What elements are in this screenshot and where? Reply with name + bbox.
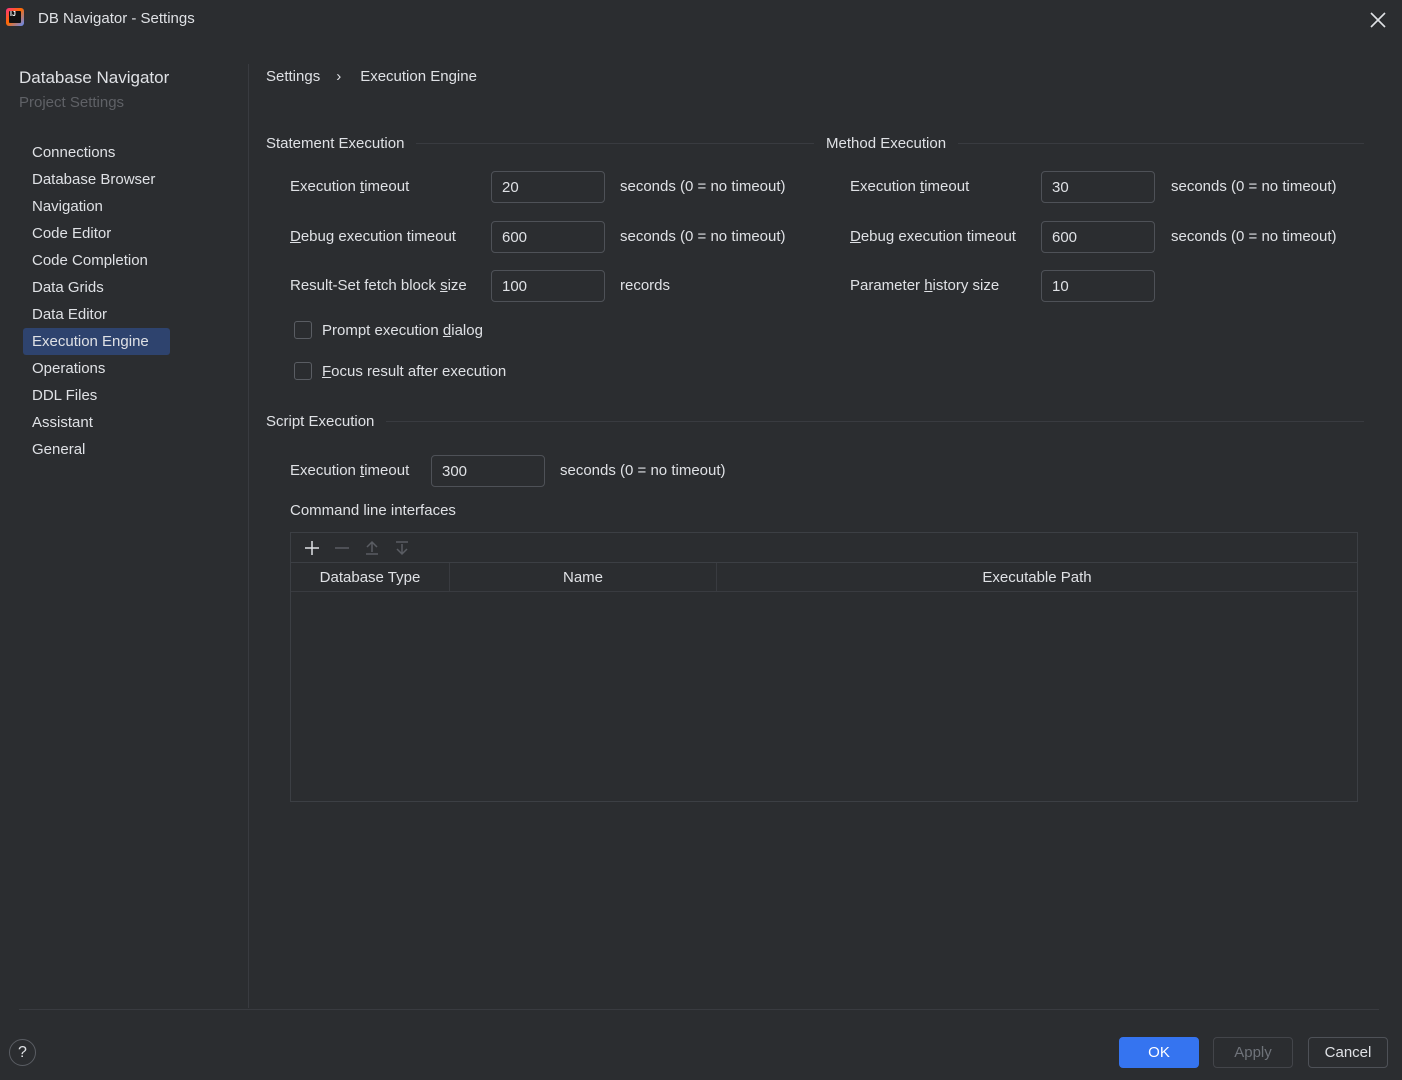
prompt-execution-dialog-option[interactable]: Prompt execution dialog	[294, 321, 483, 339]
settings-content: Settings › Execution Engine Statement Ex…	[249, 38, 1402, 1008]
script-execution-header: Script Execution	[266, 413, 1364, 430]
sidebar-item-execution-engine[interactable]: Execution Engine	[23, 328, 170, 355]
sidebar-item-code-editor[interactable]: Code Editor	[23, 220, 170, 247]
method-execution-divider	[958, 143, 1364, 144]
statement-execution-header: Statement Execution	[266, 135, 814, 152]
column-executable-path[interactable]: Executable Path	[717, 563, 1357, 591]
sidebar-item-ddl-files[interactable]: DDL Files	[23, 382, 170, 409]
statement-debug-timeout-input[interactable]	[491, 221, 605, 253]
statement-execution-timeout-unit: seconds (0 = no timeout)	[620, 178, 786, 195]
script-execution-timeout-unit: seconds (0 = no timeout)	[560, 462, 726, 479]
method-execution-timeout-input[interactable]	[1041, 171, 1155, 203]
parameter-history-size-label: Parameter history size	[850, 277, 1000, 294]
breadcrumb-separator-icon: ›	[336, 68, 342, 85]
statement-execution-timeout-label: Execution timeout	[290, 178, 410, 195]
statement-debug-timeout-label: Debug execution timeout	[290, 228, 456, 245]
sidebar: Database Navigator Project Settings Conn…	[0, 38, 248, 1008]
sidebar-item-data-grids[interactable]: Data Grids	[23, 274, 170, 301]
script-execution-timeout-input[interactable]	[431, 455, 545, 487]
column-database-type[interactable]: Database Type	[291, 563, 450, 591]
cancel-button[interactable]: Cancel	[1308, 1037, 1388, 1068]
focus-result-checkbox[interactable]	[294, 362, 312, 380]
script-execution-timeout-label: Execution timeout	[290, 462, 410, 479]
sidebar-item-data-editor[interactable]: Data Editor	[23, 301, 170, 328]
title-bar: IJ DB Navigator - Settings	[0, 0, 1402, 38]
cli-table-header: Database Type Name Executable Path	[291, 563, 1357, 592]
fetch-block-size-input[interactable]	[491, 270, 605, 302]
minus-icon	[335, 546, 349, 549]
move-up-cli-button[interactable]	[357, 535, 387, 561]
sidebar-item-navigation[interactable]: Navigation	[23, 193, 170, 220]
ok-button[interactable]: OK	[1119, 1037, 1199, 1068]
sidebar-item-database-browser[interactable]: Database Browser	[23, 166, 170, 193]
statement-execution-timeout-input[interactable]	[491, 171, 605, 203]
focus-result-option[interactable]: Focus result after execution	[294, 362, 506, 380]
method-debug-timeout-unit: seconds (0 = no timeout)	[1171, 228, 1337, 245]
sidebar-title: Database Navigator	[19, 68, 170, 87]
settings-window: IJ DB Navigator - Settings Database Navi…	[0, 0, 1402, 1080]
close-icon	[1370, 12, 1386, 28]
apply-button[interactable]: Apply	[1213, 1037, 1293, 1068]
app-icon: IJ	[6, 8, 24, 26]
breadcrumb-settings[interactable]: Settings	[266, 68, 320, 85]
plus-icon	[305, 540, 319, 555]
sidebar-item-general[interactable]: General	[23, 436, 170, 463]
prompt-execution-dialog-checkbox[interactable]	[294, 321, 312, 339]
sidebar-item-operations[interactable]: Operations	[23, 355, 170, 382]
method-execution-header: Method Execution	[826, 135, 1364, 152]
method-debug-timeout-label: Debug execution timeout	[850, 228, 1016, 245]
method-execution-timeout-label: Execution timeout	[850, 178, 970, 195]
help-button[interactable]: ?	[9, 1039, 36, 1066]
close-button[interactable]	[1366, 8, 1390, 32]
breadcrumb: Settings › Execution Engine	[266, 68, 477, 85]
footer-divider	[19, 1009, 1379, 1010]
move-up-icon	[366, 540, 378, 555]
sidebar-subtitle: Project Settings	[19, 94, 125, 111]
remove-cli-button[interactable]	[327, 535, 357, 561]
method-execution-timeout-unit: seconds (0 = no timeout)	[1171, 178, 1337, 195]
method-debug-timeout-input[interactable]	[1041, 221, 1155, 253]
parameter-history-size-input[interactable]	[1041, 270, 1155, 302]
command-line-interfaces-label: Command line interfaces	[290, 502, 456, 519]
fetch-block-size-label: Result-Set fetch block size	[290, 277, 467, 294]
command-line-interfaces-table: Database Type Name Executable Path	[290, 532, 1358, 802]
script-execution-divider	[386, 421, 1364, 422]
sidebar-item-assistant[interactable]: Assistant	[23, 409, 170, 436]
move-down-icon	[396, 540, 408, 555]
cli-table-body[interactable]	[291, 592, 1357, 800]
statement-execution-divider	[416, 143, 814, 144]
statement-debug-timeout-unit: seconds (0 = no timeout)	[620, 228, 786, 245]
settings-nav: Connections Database Browser Navigation …	[23, 139, 170, 463]
statement-execution-title: Statement Execution	[266, 135, 405, 152]
fetch-block-size-unit: records	[620, 277, 671, 294]
sidebar-item-code-completion[interactable]: Code Completion	[23, 247, 170, 274]
column-name[interactable]: Name	[450, 563, 717, 591]
window-title: DB Navigator - Settings	[38, 10, 195, 27]
add-cli-button[interactable]	[297, 535, 327, 561]
move-down-cli-button[interactable]	[387, 535, 417, 561]
breadcrumb-current: Execution Engine	[360, 68, 477, 85]
prompt-execution-dialog-label: Prompt execution dialog	[322, 321, 483, 339]
cli-toolbar	[291, 533, 1357, 563]
script-execution-title: Script Execution	[266, 413, 375, 430]
sidebar-item-connections[interactable]: Connections	[23, 139, 170, 166]
method-execution-title: Method Execution	[826, 135, 947, 152]
focus-result-label: Focus result after execution	[322, 362, 507, 380]
